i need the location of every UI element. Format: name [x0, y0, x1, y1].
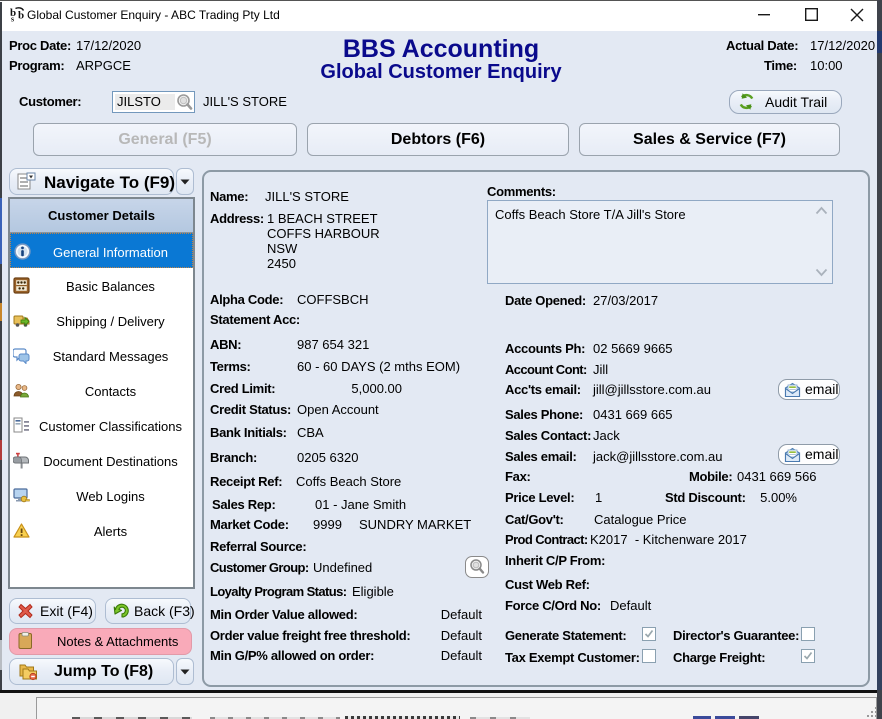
svg-text:s: s	[11, 15, 14, 24]
svg-text:b: b	[18, 10, 24, 22]
